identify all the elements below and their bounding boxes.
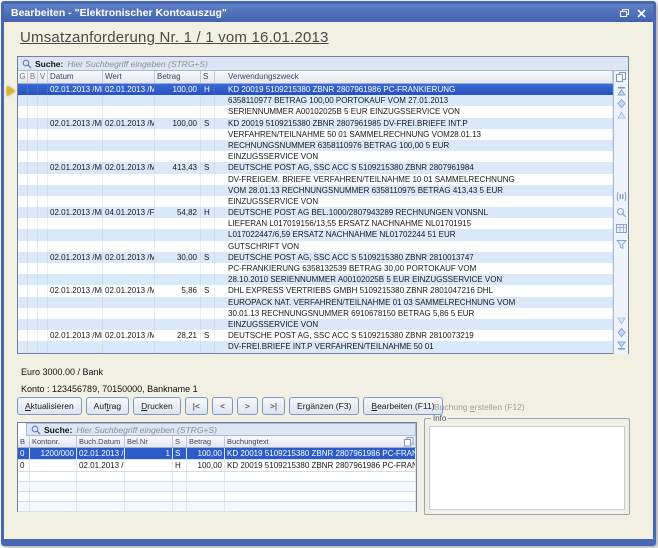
title-bar[interactable]: Bearbeiten - "Elektronischer Kontoauszug… — [4, 4, 653, 22]
balance-summary: Euro 3000.00 / Bank — [21, 367, 103, 377]
table-side-toolbar — [613, 71, 628, 354]
account-summary: Konto : 123456789, 70150000, Bankname 1 — [21, 384, 198, 394]
columns-icon[interactable] — [616, 191, 627, 202]
table-row[interactable] — [18, 472, 416, 482]
bookings-search-input[interactable] — [76, 425, 411, 435]
table-row[interactable]: 02.01.2013 /Mi 02.01.2013 /Mi 28,21 S DE… — [18, 330, 613, 341]
table-row[interactable]: 0 1200/000 02.01.2013 /Mi 1 S 100,00 KD … — [18, 448, 416, 460]
zoom-icon[interactable] — [616, 207, 627, 218]
filter-icon[interactable] — [616, 239, 627, 250]
magnifier-icon — [31, 425, 41, 435]
export-copy-icon[interactable] — [616, 72, 627, 83]
table-row[interactable]: SERIENNUMMER A00102025B 5 EUR EINZUGSSER… — [18, 106, 613, 117]
table-row[interactable] — [18, 492, 416, 502]
table-row[interactable] — [18, 482, 416, 492]
table-row[interactable]: L017022447/6,59 ERSATZ NACHNAHME NL01702… — [18, 229, 613, 240]
col-header-datum[interactable]: Datum — [48, 71, 103, 83]
col-header-wert[interactable]: Wert — [103, 71, 155, 83]
table-row[interactable]: 6358110977 BETRAG 100,00 PORTOKAUF VOM 2… — [18, 95, 613, 106]
col-header-verwendungszweck[interactable]: Verwendungszweck — [215, 71, 613, 83]
table-row[interactable]: 02.01.2013 /Mi 02.01.2013 /Mi 30,00 S DE… — [18, 252, 613, 263]
nav-prev-button[interactable]: < — [212, 397, 233, 415]
transactions-search-bar[interactable]: Suche: — [18, 57, 628, 71]
col-header-s[interactable]: S — [201, 71, 215, 83]
bookings-header-row[interactable]: B Kontonr. Buch.Datum Bel.Nr S Betrag Bu… — [18, 436, 416, 448]
col-header-betrag[interactable]: Betrag — [155, 71, 201, 83]
table-row[interactable]: EINZUGSSERVICE VON — [18, 319, 613, 330]
search-label: Suche: — [35, 59, 63, 69]
table-row[interactable]: 28.10.2010 SERIENNUMMER A00102025B 5 EUR… — [18, 274, 613, 285]
table-row[interactable] — [18, 502, 416, 512]
nav-next-button[interactable]: > — [237, 397, 258, 415]
info-box: Info — [424, 414, 630, 515]
nav-first-button[interactable]: |< — [185, 397, 208, 415]
table-row[interactable]: PC-FRANKIERUNG 6358132539 BETRAG 30,00 P… — [18, 263, 613, 274]
info-box-content — [429, 426, 625, 510]
buchung-erstellen-disabled-label: Buchung erstellen (F12) — [434, 402, 525, 412]
export-copy-icon[interactable] — [404, 437, 414, 447]
current-row-marker — [7, 86, 15, 96]
table-row[interactable]: GUTSCHRIFT VON — [18, 241, 613, 252]
close-icon[interactable] — [634, 7, 648, 19]
window-title: Bearbeiten - "Elektronischer Kontoauszug… — [11, 7, 614, 19]
col-header-v[interactable]: V — [38, 71, 48, 83]
grid-view-icon[interactable] — [616, 223, 627, 234]
aktualisieren-button[interactable]: Aktualisieren — [17, 397, 82, 415]
table-row[interactable]: 02.01.2013 /Mi 02.01.2013 /Mi 100,00 H K… — [18, 84, 613, 95]
col-header-betrag[interactable]: Betrag — [187, 436, 225, 447]
restore-icon[interactable] — [617, 7, 631, 19]
table-row[interactable]: DV-FREIGEM. BRIEFE VERFAHREN/TEILNAHME 1… — [18, 174, 613, 185]
app-window: Bearbeiten - "Elektronischer Kontoauszug… — [1, 1, 656, 546]
transactions-header-row[interactable]: G B V Datum Wert Betrag S Verwendungszwe… — [18, 71, 613, 84]
table-row[interactable]: EINZUGSSERVICE VON — [18, 151, 613, 162]
col-header-b[interactable]: B — [18, 436, 30, 447]
bookings-rows: 0 1200/000 02.01.2013 /Mi 1 S 100,00 KD … — [18, 448, 416, 512]
scroll-top-icon[interactable] — [616, 86, 627, 97]
bearbeiten-button[interactable]: Bearbeiten (F11) — [363, 397, 442, 415]
table-row[interactable]: RECHNUNGSNUMMER 6358110976 BETRAG 100,00… — [18, 140, 613, 151]
col-header-buchungtext[interactable]: Buchungtext — [225, 436, 416, 447]
nav-last-button[interactable]: >| — [262, 397, 285, 415]
table-row[interactable]: VERFAHREN/TEILNAHME 50 01 SAMMELRECHNUNG… — [18, 129, 613, 140]
ergaenzen-button[interactable]: Ergänzen (F3) — [289, 397, 359, 415]
table-row[interactable]: 30.01.13 RECHNUNGSNUMMER 6910678150 BETR… — [18, 308, 613, 319]
scroll-up-icon[interactable] — [616, 110, 627, 121]
scroll-down-fast-icon[interactable] — [616, 327, 627, 338]
col-header-kontonr[interactable]: Kontonr. — [30, 436, 77, 447]
search-input[interactable] — [67, 59, 624, 69]
bookings-panel: Suche: B Kontonr. Buch.Datum Bel.Nr S Be… — [17, 422, 417, 512]
bookings-search-bar[interactable]: Suche: — [26, 423, 416, 436]
table-row[interactable]: 02.01.2013 /Mi 02.01.2013 /Mi 5,86 S DHL… — [18, 285, 613, 296]
search-label: Suche: — [44, 425, 72, 435]
drucken-button[interactable]: Drucken — [133, 397, 181, 415]
table-row[interactable]: EUROPACK NAT. VERFAHREN/TEILNAHME 01 03 … — [18, 297, 613, 308]
col-header-belnr[interactable]: Bel.Nr — [125, 436, 173, 447]
table-row[interactable]: 02.01.2013 /Mi 04.01.2013 /Fr 54,82 H DE… — [18, 207, 613, 218]
scroll-down-icon[interactable] — [616, 315, 627, 326]
col-header-b[interactable]: B — [28, 71, 38, 83]
col-header-s[interactable]: S — [173, 436, 187, 447]
table-row[interactable]: 0 02.01.2013 /Mi H 100,00 KD 20019 51092… — [18, 460, 416, 472]
table-row[interactable]: DV-FREI.BRIEFE INT.P VERFAHREN/TEILNAHME… — [18, 341, 613, 352]
col-header-g[interactable]: G — [18, 71, 28, 83]
col-header-buchdatum[interactable]: Buch.Datum — [77, 436, 125, 447]
table-row[interactable]: LIEFERAN L017019156/13,55 ERSATZ NACHNAH… — [18, 218, 613, 229]
page-title: Umsatzanforderung Nr. 1 / 1 vom 16.01.20… — [20, 29, 329, 46]
toolbar: Aktualisieren Auftrag Drucken |< < > >| … — [17, 397, 447, 415]
transactions-rows: 02.01.2013 /Mi 02.01.2013 /Mi 100,00 H K… — [18, 84, 613, 353]
info-box-legend: Info — [431, 414, 448, 423]
auftrag-button[interactable]: Auftrag — [86, 397, 129, 415]
table-row[interactable]: EINZUGSSERVICE VON — [18, 196, 613, 207]
magnifier-icon — [22, 59, 32, 69]
window-content: Umsatzanforderung Nr. 1 / 1 vom 16.01.20… — [4, 22, 653, 539]
scroll-bottom-icon[interactable] — [616, 339, 627, 350]
scroll-up-fast-icon[interactable] — [616, 98, 627, 109]
table-row[interactable]: 02.01.2013 /Mi 02.01.2013 /Mi 413,43 S D… — [18, 162, 613, 173]
table-row[interactable]: 02.01.2013 /Mi 02.01.2013 /Mi 100,00 S K… — [18, 118, 613, 129]
table-row[interactable]: VOM 28.01.13 RECHNUNGSNUMMER 6358110975 … — [18, 185, 613, 196]
transactions-panel: Suche: G B V Datum Wert Betrag S Verwend… — [17, 56, 629, 354]
